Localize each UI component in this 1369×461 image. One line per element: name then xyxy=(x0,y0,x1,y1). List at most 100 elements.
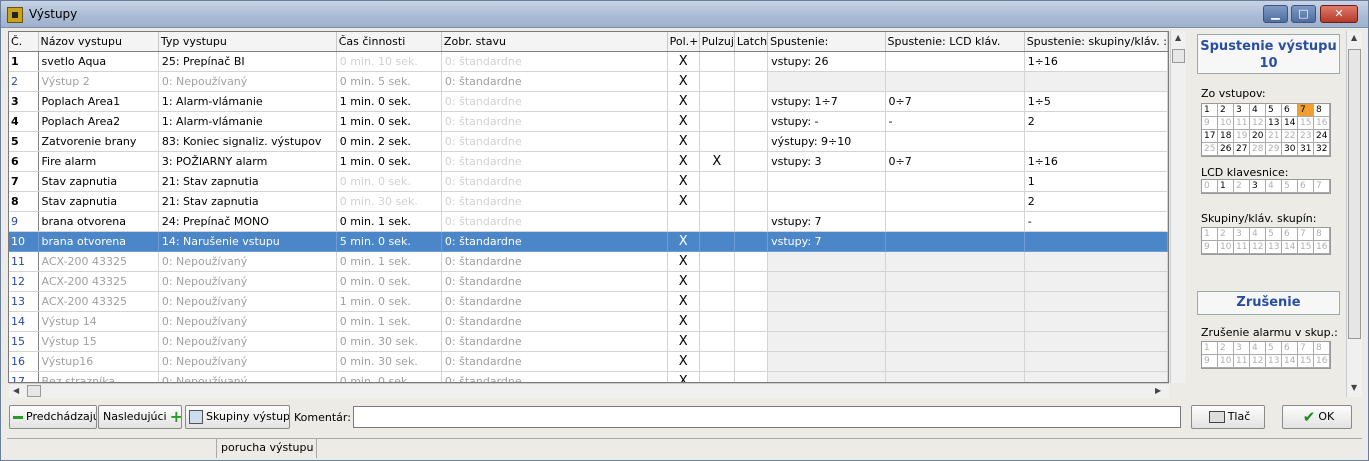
trigger-groups-cell[interactable] xyxy=(1024,131,1168,152)
check-cell[interactable]: 9 xyxy=(1202,355,1218,368)
status-display-cell[interactable]: 0: štandardne xyxy=(441,311,668,332)
status-display-cell[interactable]: 0: štandardne xyxy=(441,71,668,92)
polarity-cell[interactable]: X xyxy=(667,231,700,252)
trigger-cell[interactable] xyxy=(767,71,886,92)
check-cell[interactable]: 10 xyxy=(1218,355,1234,368)
table-row[interactable]: 9 brana otvorena 24: Prepínač MONO 0 min. 1… xyxy=(9,211,1168,232)
check-cell[interactable]: 13 xyxy=(1266,117,1282,130)
check-cell[interactable]: 24 xyxy=(1314,130,1330,143)
latch-cell[interactable] xyxy=(734,251,769,272)
check-cell[interactable]: 4 xyxy=(1250,104,1266,117)
output-type-cell[interactable]: 0: Nepoužívaný xyxy=(158,331,337,352)
trigger-groups-cell[interactable]: 2 xyxy=(1024,191,1168,212)
check-cell[interactable]: 12 xyxy=(1250,117,1266,130)
table-row[interactable]: 14 Výstup 14 0: Nepoužívaný 0 min. 1 sek. 0:… xyxy=(9,311,1168,332)
polarity-cell[interactable]: X xyxy=(667,131,700,152)
check-cell[interactable]: 8 xyxy=(1314,342,1330,355)
check-cell[interactable]: 11 xyxy=(1234,241,1250,254)
trigger-groups-cell[interactable] xyxy=(1024,231,1168,252)
check-cell[interactable]: 10 xyxy=(1218,241,1234,254)
column-header[interactable]: Čas činnosti xyxy=(336,32,442,52)
check-cell[interactable]: 10 xyxy=(1218,117,1234,130)
trigger-lcd-cell[interactable] xyxy=(885,231,1025,252)
active-time-cell[interactable]: 1 min. 0 sek. xyxy=(336,291,442,312)
table-row[interactable]: 4 Poplach Area2 1: Alarm-vlámanie 1 min. 0 … xyxy=(9,111,1168,132)
table-row[interactable]: 15 Výstup 15 0: Nepoužívaný 0 min. 30 sek. 0… xyxy=(9,331,1168,352)
output-type-cell[interactable]: 0: Nepoužívaný xyxy=(158,371,337,382)
trigger-cell[interactable]: vstupy: 1÷7 xyxy=(767,91,886,112)
check-cell[interactable]: 13 xyxy=(1266,355,1282,368)
latch-cell[interactable] xyxy=(734,131,769,152)
output-name-cell[interactable]: Výstup 2 xyxy=(38,71,159,92)
pulse-cell[interactable] xyxy=(699,291,735,312)
check-cell[interactable]: 17 xyxy=(1202,130,1218,143)
column-header[interactable]: Latch xyxy=(734,32,769,52)
scroll-right-icon[interactable]: ▶ xyxy=(1155,386,1161,395)
trigger-groups-cell[interactable] xyxy=(1024,351,1168,372)
output-type-cell[interactable]: 21: Stav zapnutia xyxy=(158,171,337,192)
check-cell[interactable]: 7 xyxy=(1298,104,1314,117)
check-cell[interactable]: 9 xyxy=(1202,117,1218,130)
latch-cell[interactable] xyxy=(734,51,769,72)
trigger-cell[interactable] xyxy=(767,331,886,352)
check-cell[interactable]: 7 xyxy=(1314,180,1330,193)
output-name-cell[interactable]: ACX-200 43325 xyxy=(38,271,159,292)
check-cell[interactable]: 1 xyxy=(1202,342,1218,355)
trigger-lcd-cell[interactable] xyxy=(885,71,1025,92)
latch-cell[interactable] xyxy=(734,351,769,372)
check-cell[interactable]: 14 xyxy=(1282,355,1298,368)
table-row[interactable]: 6 Fire alarm 3: POŽIARNY alarm 1 min. 0 sek… xyxy=(9,151,1168,172)
close-button[interactable]: ✕ xyxy=(1320,5,1358,23)
status-display-cell[interactable]: 0: štandardne xyxy=(441,51,668,72)
pulse-cell[interactable] xyxy=(699,111,735,132)
active-time-cell[interactable]: 0 min. 1 sek. xyxy=(336,311,442,332)
status-display-cell[interactable]: 0: štandardne xyxy=(441,131,668,152)
check-cell[interactable]: 3 xyxy=(1234,342,1250,355)
pulse-cell[interactable] xyxy=(699,271,735,292)
grid-vertical-scrollbar[interactable]: ▲ xyxy=(1170,31,1186,383)
trigger-lcd-cell[interactable] xyxy=(885,371,1025,382)
latch-cell[interactable] xyxy=(734,211,769,232)
row-number-cell[interactable]: 9 xyxy=(9,211,39,232)
trigger-groups-cell[interactable]: 1÷16 xyxy=(1024,51,1168,72)
output-type-cell[interactable]: 21: Stav zapnutia xyxy=(158,191,337,212)
side-vertical-scrollbar[interactable]: ▲ ▼ xyxy=(1346,31,1362,397)
trigger-groups-cell[interactable] xyxy=(1024,371,1168,382)
check-cell[interactable]: 32 xyxy=(1314,143,1330,156)
latch-cell[interactable] xyxy=(734,231,769,252)
check-cell[interactable]: 16 xyxy=(1314,355,1330,368)
table-row[interactable]: 12 ACX-200 43325 0: Nepoužívaný 0 min. 0 se… xyxy=(9,271,1168,292)
status-display-cell[interactable]: 0: štandardne xyxy=(441,151,668,172)
check-cell[interactable]: 8 xyxy=(1314,228,1330,241)
check-cell[interactable]: 3 xyxy=(1234,104,1250,117)
active-time-cell[interactable]: 1 min. 0 sek. xyxy=(336,111,442,132)
scroll-up-icon[interactable]: ▲ xyxy=(1175,33,1181,42)
polarity-cell[interactable]: X xyxy=(667,111,700,132)
trigger-lcd-cell[interactable] xyxy=(885,171,1025,192)
grid-vscroll-thumb[interactable] xyxy=(1172,49,1185,63)
active-time-cell[interactable]: 0 min. 5 sek. xyxy=(336,71,442,92)
trigger-cell[interactable] xyxy=(767,251,886,272)
pulse-cell[interactable] xyxy=(699,51,735,72)
output-name-cell[interactable]: Poplach Area2 xyxy=(38,111,159,132)
trigger-lcd-cell[interactable] xyxy=(885,191,1025,212)
latch-cell[interactable] xyxy=(734,371,769,382)
output-type-cell[interactable]: 0: Nepoužívaný xyxy=(158,351,337,372)
latch-cell[interactable] xyxy=(734,91,769,112)
check-cell[interactable]: 15 xyxy=(1298,117,1314,130)
table-row[interactable]: 5 Zatvorenie brany 83: Koniec signaliz. vý… xyxy=(9,131,1168,152)
check-cell[interactable]: 9 xyxy=(1202,241,1218,254)
row-number-cell[interactable]: 2 xyxy=(9,71,39,92)
pulse-cell[interactable] xyxy=(699,231,735,252)
polarity-cell[interactable] xyxy=(667,211,700,232)
check-cell[interactable]: 16 xyxy=(1314,241,1330,254)
status-display-cell[interactable]: 0: štandardne xyxy=(441,231,668,252)
polarity-cell[interactable]: X xyxy=(667,251,700,272)
check-cell[interactable]: 29 xyxy=(1266,143,1282,156)
check-cell[interactable]: 4 xyxy=(1266,180,1282,193)
trigger-lcd-cell[interactable] xyxy=(885,351,1025,372)
active-time-cell[interactable]: 0 min. 0 sek. xyxy=(336,371,442,382)
check-cell[interactable]: 4 xyxy=(1250,342,1266,355)
trigger-cell[interactable] xyxy=(767,311,886,332)
active-time-cell[interactable]: 1 min. 0 sek. xyxy=(336,151,442,172)
